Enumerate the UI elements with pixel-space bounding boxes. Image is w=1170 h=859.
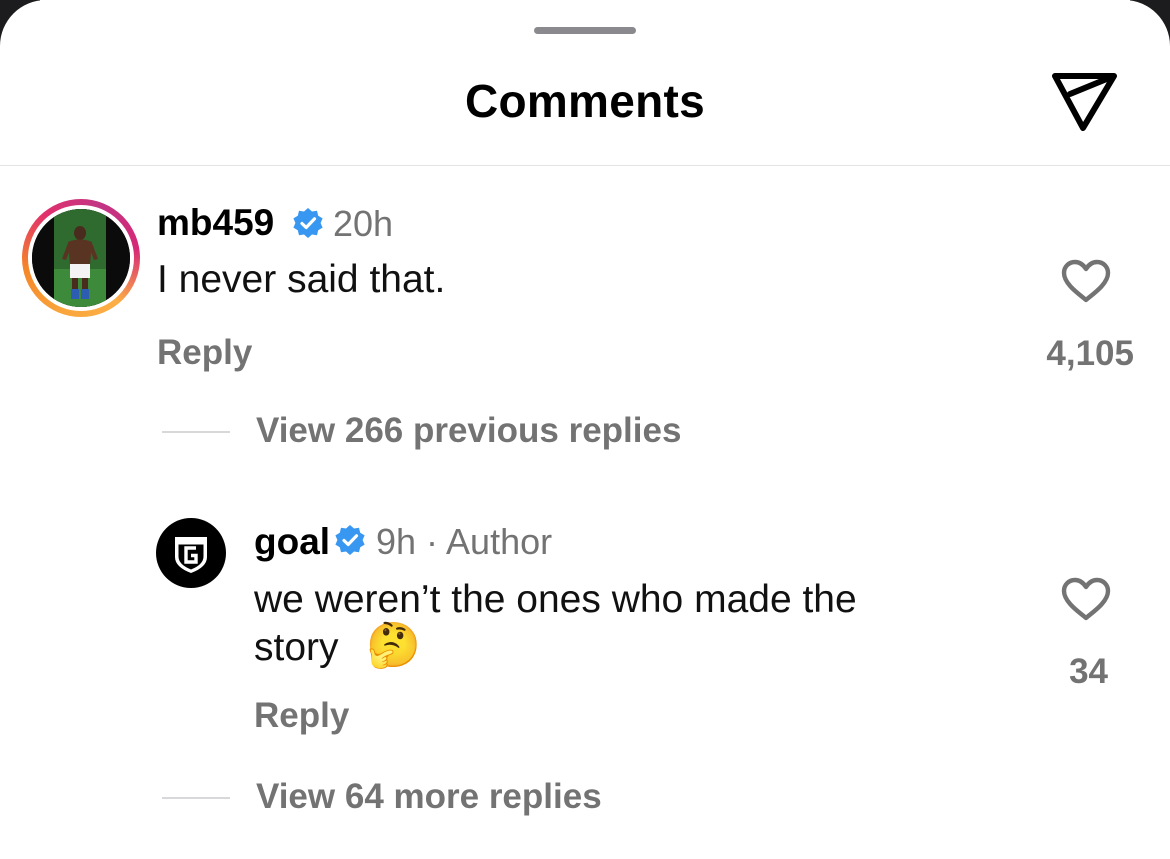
replies-line (162, 431, 230, 433)
header-divider (0, 165, 1170, 166)
comments-sheet: Comments mb459 20h I never said that. Re… (0, 0, 1170, 859)
comment-username[interactable]: goal (254, 521, 330, 563)
heart-icon[interactable] (1060, 258, 1112, 304)
comment-time: 9h · Author (376, 521, 553, 562)
avatar-story-ring[interactable] (22, 199, 140, 317)
reply-button[interactable]: Reply (254, 696, 349, 736)
view-more-replies-button[interactable]: View 64 more replies (256, 777, 602, 817)
replies-line (162, 797, 230, 799)
comment-text: I never said that. (157, 258, 446, 301)
thinking-face-emoji: 🤔 (366, 621, 421, 670)
page-title: Comments (464, 75, 706, 127)
like-count[interactable]: 34 (1000, 652, 1108, 692)
comment-text-line2: story (254, 626, 339, 669)
reply-button[interactable]: Reply (157, 333, 252, 373)
sheet-grabber[interactable] (534, 27, 636, 34)
avatar (32, 209, 130, 307)
heart-icon[interactable] (1060, 576, 1112, 622)
like-count[interactable]: 4,105 (1000, 334, 1134, 374)
verified-badge-icon (335, 525, 365, 555)
share-icon[interactable] (1050, 70, 1120, 132)
comment-time: 20h (333, 203, 394, 244)
avatar[interactable] (156, 518, 226, 588)
goal-logo-icon (175, 537, 207, 573)
comment-username[interactable]: mb459 (157, 202, 274, 244)
view-previous-replies-button[interactable]: View 266 previous replies (256, 411, 681, 451)
comment-text-line1: we weren’t the ones who made the (254, 578, 857, 621)
verified-badge-icon (293, 208, 323, 238)
